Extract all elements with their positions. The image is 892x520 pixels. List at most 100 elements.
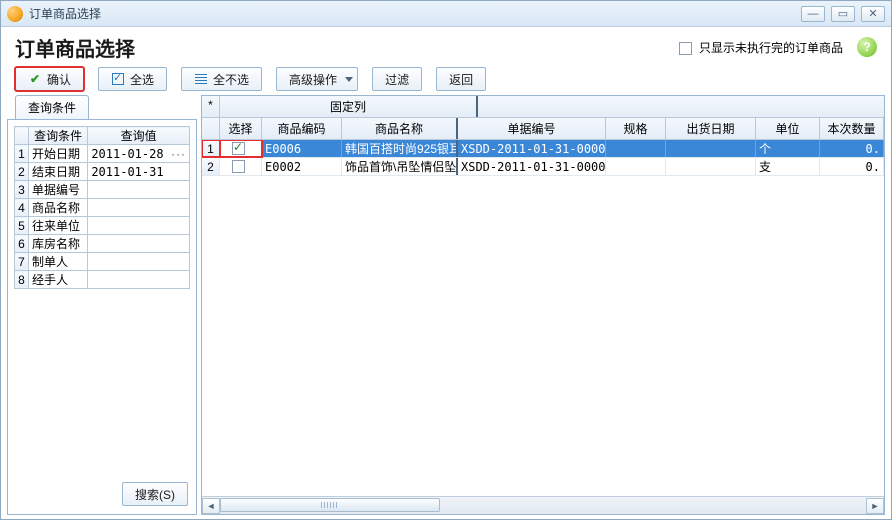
- back-button[interactable]: 返回: [436, 67, 486, 91]
- close-button[interactable]: ✕: [861, 6, 885, 22]
- cell-ship: [666, 140, 756, 157]
- grid-body: 1 E0006韩国百搭时尚925银耳XSDD-2011-01-31-00001 个0…: [202, 140, 884, 496]
- cell-name: 韩国百搭时尚925银耳: [342, 140, 458, 157]
- col-unit[interactable]: 单位: [756, 118, 820, 139]
- query-table: 查询条件 查询值 1开始日期2011-01-28···2结束日期2011-01-…: [14, 126, 190, 289]
- query-field-value[interactable]: 2011-01-31: [88, 163, 190, 181]
- col-spec[interactable]: 规格: [606, 118, 666, 139]
- row-number: 3: [15, 181, 29, 199]
- cell-name: 饰品首饰\吊坠情侣坠: [342, 158, 458, 175]
- query-field-value[interactable]: [88, 181, 190, 199]
- table-row[interactable]: 1E0006韩国百搭时尚925银耳XSDD-2011-01-31-00001个0…: [202, 140, 884, 158]
- row-number: 5: [15, 217, 29, 235]
- query-field-label: 开始日期: [29, 145, 88, 163]
- query-row[interactable]: 1开始日期2011-01-28···: [15, 145, 190, 163]
- help-icon[interactable]: ?: [857, 37, 877, 57]
- query-field-value[interactable]: [88, 217, 190, 235]
- row-number: 6: [15, 235, 29, 253]
- cell-qty: 0.: [820, 158, 884, 175]
- query-field-value[interactable]: [88, 253, 190, 271]
- row-select-cell[interactable]: [220, 140, 262, 157]
- maximize-button[interactable]: ▭: [831, 6, 855, 22]
- grid-panel: * 固定列 选择 商品编码 商品名称 单据编号 规格 出货日期 单位 本次数量 …: [201, 95, 885, 515]
- window-title: 订单商品选择: [29, 5, 101, 22]
- header: 订单商品选择 只显示未执行完的订单商品 ?: [1, 27, 891, 63]
- query-col-value: 查询值: [88, 127, 190, 145]
- scroll-thumb[interactable]: [220, 498, 440, 512]
- query-row[interactable]: 7制单人: [15, 253, 190, 271]
- only-unfinished-checkbox[interactable]: 只显示未执行完的订单商品: [679, 39, 843, 56]
- checkbox-checked-icon: [111, 72, 125, 86]
- chevron-down-icon: [345, 77, 353, 82]
- cell-code: E0002: [262, 158, 342, 175]
- checkbox-icon: [232, 160, 245, 173]
- horizontal-scrollbar[interactable]: ◄ ►: [202, 496, 884, 514]
- row-number: 2: [15, 163, 29, 181]
- col-ship[interactable]: 出货日期: [666, 118, 756, 139]
- select-all-button[interactable]: 全选: [98, 67, 167, 91]
- scroll-left-button[interactable]: ◄: [202, 498, 220, 514]
- query-panel: 查询条件 查询条件 查询值 1开始日期2011-01-28···2结束日期201…: [3, 95, 201, 519]
- search-button[interactable]: 搜索(S): [122, 482, 188, 506]
- toolbar: ✔ 确认 全选 全不选 高级操作 过滤 返回: [1, 63, 891, 95]
- app-icon: [7, 6, 23, 22]
- query-row[interactable]: 5往来单位: [15, 217, 190, 235]
- query-col-condition: 查询条件: [29, 127, 88, 145]
- query-field-label: 单据编号: [29, 181, 88, 199]
- only-unfinished-label: 只显示未执行完的订单商品: [699, 41, 843, 55]
- row-number: 2: [202, 158, 220, 175]
- query-field-value[interactable]: [88, 199, 190, 217]
- row-number: 7: [15, 253, 29, 271]
- minimize-button[interactable]: —: [801, 6, 825, 22]
- query-field-label: 商品名称: [29, 199, 88, 217]
- query-field-label: 制单人: [29, 253, 88, 271]
- confirm-button[interactable]: ✔ 确认: [15, 67, 84, 91]
- query-row[interactable]: 6库房名称: [15, 235, 190, 253]
- scroll-right-button[interactable]: ►: [866, 498, 884, 514]
- title-bar: 订单商品选择 — ▭ ✕: [1, 1, 891, 27]
- check-icon: ✔: [28, 72, 42, 86]
- checkbox-icon: [232, 142, 245, 155]
- page-title: 订单商品选择: [15, 33, 135, 62]
- col-marker: *: [202, 96, 220, 117]
- advanced-button[interactable]: 高级操作: [276, 67, 358, 91]
- cell-spec: [606, 158, 666, 175]
- date-picker-icon[interactable]: ···: [171, 147, 186, 161]
- row-number: 1: [202, 140, 220, 157]
- grid-header: 选择 商品编码 商品名称 单据编号 规格 出货日期 单位 本次数量: [202, 118, 884, 140]
- checkbox-icon: [679, 42, 692, 55]
- query-row[interactable]: 3单据编号: [15, 181, 190, 199]
- query-field-value[interactable]: [88, 271, 190, 289]
- query-field-label: 经手人: [29, 271, 88, 289]
- cell-code: E0006: [262, 140, 342, 157]
- cell-unit: 支: [756, 158, 820, 175]
- cell-unit: 个: [756, 140, 820, 157]
- query-row[interactable]: 8经手人: [15, 271, 190, 289]
- cell-doc: XSDD-2011-01-31-00001: [458, 140, 606, 157]
- query-field-label: 往来单位: [29, 217, 88, 235]
- row-number: 8: [15, 271, 29, 289]
- col-name[interactable]: 商品名称: [342, 118, 458, 139]
- row-select-cell[interactable]: [220, 158, 262, 175]
- fixed-columns-label: 固定列: [220, 96, 478, 117]
- table-row[interactable]: 2 E0002饰品首饰\吊坠情侣坠XSDD-2011-01-31-00001 支0.: [202, 158, 884, 176]
- select-none-button[interactable]: 全不选: [181, 67, 262, 91]
- cell-spec: [606, 140, 666, 157]
- col-code[interactable]: 商品编码: [262, 118, 342, 139]
- col-qty[interactable]: 本次数量: [820, 118, 884, 139]
- scroll-track[interactable]: [220, 498, 866, 514]
- row-number: 1: [15, 145, 29, 163]
- query-field-label: 库房名称: [29, 235, 88, 253]
- query-row[interactable]: 4商品名称: [15, 199, 190, 217]
- cell-ship: [666, 158, 756, 175]
- filter-button[interactable]: 过滤: [372, 67, 422, 91]
- tab-query[interactable]: 查询条件: [15, 95, 89, 119]
- row-number: 4: [15, 199, 29, 217]
- cell-doc: XSDD-2011-01-31-00001: [458, 158, 606, 175]
- col-select[interactable]: 选择: [220, 118, 262, 139]
- query-field-value[interactable]: [88, 235, 190, 253]
- query-field-label: 结束日期: [29, 163, 88, 181]
- query-row[interactable]: 2结束日期2011-01-31: [15, 163, 190, 181]
- col-doc[interactable]: 单据编号: [458, 118, 606, 139]
- query-field-value[interactable]: 2011-01-28···: [88, 145, 190, 163]
